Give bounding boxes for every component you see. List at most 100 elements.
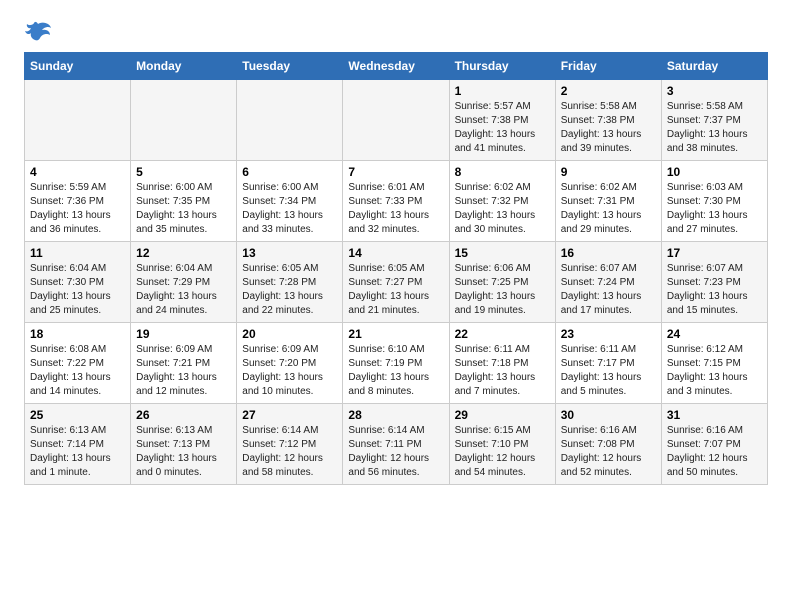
calendar-cell: 16 Sunrise: 6:07 AMSunset: 7:24 PMDayligh… xyxy=(555,242,661,323)
day-info: Sunrise: 5:58 AMSunset: 7:38 PMDaylight:… xyxy=(561,100,656,156)
day-number: 1 xyxy=(455,84,550,98)
calendar-cell xyxy=(237,80,343,161)
day-number: 18 xyxy=(30,327,125,341)
day-number: 16 xyxy=(561,246,656,260)
calendar-cell: 4Sunrise: 5:59 AMSunset: 7:36 PMDaylight… xyxy=(25,161,131,242)
calendar-cell: 10 Sunrise: 6:03 AMSunset: 7:30 PMDayligh… xyxy=(661,161,767,242)
day-info: Sunrise: 6:11 AMSunset: 7:17 PMDaylight:… xyxy=(561,343,656,399)
day-number: 13 xyxy=(242,246,337,260)
day-info: Sunrise: 6:09 AMSunset: 7:20 PMDaylight:… xyxy=(242,343,337,399)
day-number: 28 xyxy=(348,408,443,422)
day-info: Sunrise: 6:05 AMSunset: 7:28 PMDaylight:… xyxy=(242,262,337,318)
day-info: Sunrise: 6:14 AMSunset: 7:11 PMDaylight:… xyxy=(348,424,443,480)
day-info: Sunrise: 6:07 AMSunset: 7:23 PMDaylight:… xyxy=(667,262,762,318)
header xyxy=(24,20,768,42)
day-number: 10 xyxy=(667,165,762,179)
calendar-body: 1 Sunrise: 5:57 AMSunset: 7:38 PMDaylight… xyxy=(25,80,768,485)
day-number: 19 xyxy=(136,327,231,341)
calendar-cell: 22 Sunrise: 6:11 AMSunset: 7:18 PMDayligh… xyxy=(449,323,555,404)
calendar-cell: 14 Sunrise: 6:05 AMSunset: 7:27 PMDayligh… xyxy=(343,242,449,323)
calendar-cell: 23 Sunrise: 6:11 AMSunset: 7:17 PMDayligh… xyxy=(555,323,661,404)
day-number: 30 xyxy=(561,408,656,422)
calendar-cell xyxy=(343,80,449,161)
day-info: Sunrise: 6:00 AMSunset: 7:35 PMDaylight:… xyxy=(136,181,231,237)
weekday-header-monday: Monday xyxy=(131,53,237,80)
week-row-3: 11 Sunrise: 6:04 AMSunset: 7:30 PMDayligh… xyxy=(25,242,768,323)
day-number: 6 xyxy=(242,165,337,179)
day-info: Sunrise: 6:00 AMSunset: 7:34 PMDaylight:… xyxy=(242,181,337,237)
day-info: Sunrise: 6:08 AMSunset: 7:22 PMDaylight:… xyxy=(30,343,125,399)
day-info: Sunrise: 6:11 AMSunset: 7:18 PMDaylight:… xyxy=(455,343,550,399)
day-info: Sunrise: 6:07 AMSunset: 7:24 PMDaylight:… xyxy=(561,262,656,318)
day-number: 27 xyxy=(242,408,337,422)
day-info: Sunrise: 6:06 AMSunset: 7:25 PMDaylight:… xyxy=(455,262,550,318)
day-info: Sunrise: 6:14 AMSunset: 7:12 PMDaylight:… xyxy=(242,424,337,480)
day-number: 26 xyxy=(136,408,231,422)
calendar-cell: 17 Sunrise: 6:07 AMSunset: 7:23 PMDayligh… xyxy=(661,242,767,323)
day-info: Sunrise: 5:57 AMSunset: 7:38 PMDaylight:… xyxy=(455,100,550,156)
day-info: Sunrise: 6:03 AMSunset: 7:30 PMDaylight:… xyxy=(667,181,762,237)
day-number: 7 xyxy=(348,165,443,179)
day-info: Sunrise: 5:58 AMSunset: 7:37 PMDaylight:… xyxy=(667,100,762,156)
day-number: 14 xyxy=(348,246,443,260)
calendar-cell: 9 Sunrise: 6:02 AMSunset: 7:31 PMDaylight… xyxy=(555,161,661,242)
day-number: 3 xyxy=(667,84,762,98)
calendar-cell: 8Sunrise: 6:02 AMSunset: 7:32 PMDaylight… xyxy=(449,161,555,242)
weekday-row: SundayMondayTuesdayWednesdayThursdayFrid… xyxy=(25,53,768,80)
day-number: 29 xyxy=(455,408,550,422)
weekday-header-saturday: Saturday xyxy=(661,53,767,80)
weekday-header-thursday: Thursday xyxy=(449,53,555,80)
weekday-header-wednesday: Wednesday xyxy=(343,53,449,80)
day-number: 17 xyxy=(667,246,762,260)
week-row-4: 18 Sunrise: 6:08 AMSunset: 7:22 PMDayligh… xyxy=(25,323,768,404)
calendar-table: SundayMondayTuesdayWednesdayThursdayFrid… xyxy=(24,52,768,485)
day-info: Sunrise: 6:04 AMSunset: 7:29 PMDaylight:… xyxy=(136,262,231,318)
calendar-cell: 12 Sunrise: 6:04 AMSunset: 7:29 PMDayligh… xyxy=(131,242,237,323)
day-number: 24 xyxy=(667,327,762,341)
calendar-cell xyxy=(25,80,131,161)
day-info: Sunrise: 6:02 AMSunset: 7:31 PMDaylight:… xyxy=(561,181,656,237)
day-number: 12 xyxy=(136,246,231,260)
week-row-1: 1 Sunrise: 5:57 AMSunset: 7:38 PMDaylight… xyxy=(25,80,768,161)
day-number: 21 xyxy=(348,327,443,341)
day-info: Sunrise: 6:04 AMSunset: 7:30 PMDaylight:… xyxy=(30,262,125,318)
calendar-header: SundayMondayTuesdayWednesdayThursdayFrid… xyxy=(25,53,768,80)
day-info: Sunrise: 6:13 AMSunset: 7:14 PMDaylight:… xyxy=(30,424,125,480)
calendar-cell: 28 Sunrise: 6:14 AMSunset: 7:11 PMDayligh… xyxy=(343,404,449,485)
calendar-cell: 27 Sunrise: 6:14 AMSunset: 7:12 PMDayligh… xyxy=(237,404,343,485)
day-number: 23 xyxy=(561,327,656,341)
calendar-cell: 6 Sunrise: 6:00 AMSunset: 7:34 PMDaylight… xyxy=(237,161,343,242)
day-number: 15 xyxy=(455,246,550,260)
calendar-cell: 20Sunrise: 6:09 AMSunset: 7:20 PMDayligh… xyxy=(237,323,343,404)
weekday-header-tuesday: Tuesday xyxy=(237,53,343,80)
calendar-cell: 18 Sunrise: 6:08 AMSunset: 7:22 PMDayligh… xyxy=(25,323,131,404)
day-number: 9 xyxy=(561,165,656,179)
weekday-header-friday: Friday xyxy=(555,53,661,80)
calendar-cell: 21 Sunrise: 6:10 AMSunset: 7:19 PMDayligh… xyxy=(343,323,449,404)
day-number: 25 xyxy=(30,408,125,422)
day-number: 22 xyxy=(455,327,550,341)
day-info: Sunrise: 6:10 AMSunset: 7:19 PMDaylight:… xyxy=(348,343,443,399)
day-info: Sunrise: 6:16 AMSunset: 7:07 PMDaylight:… xyxy=(667,424,762,480)
day-info: Sunrise: 6:01 AMSunset: 7:33 PMDaylight:… xyxy=(348,181,443,237)
calendar-cell: 5 Sunrise: 6:00 AMSunset: 7:35 PMDaylight… xyxy=(131,161,237,242)
day-info: Sunrise: 6:05 AMSunset: 7:27 PMDaylight:… xyxy=(348,262,443,318)
day-info: Sunrise: 6:09 AMSunset: 7:21 PMDaylight:… xyxy=(136,343,231,399)
calendar-cell: 15 Sunrise: 6:06 AMSunset: 7:25 PMDayligh… xyxy=(449,242,555,323)
day-info: Sunrise: 6:13 AMSunset: 7:13 PMDaylight:… xyxy=(136,424,231,480)
calendar-cell: 29Sunrise: 6:15 AMSunset: 7:10 PMDayligh… xyxy=(449,404,555,485)
day-number: 4 xyxy=(30,165,125,179)
calendar-cell: 7 Sunrise: 6:01 AMSunset: 7:33 PMDaylight… xyxy=(343,161,449,242)
calendar-cell: 19 Sunrise: 6:09 AMSunset: 7:21 PMDayligh… xyxy=(131,323,237,404)
weekday-header-sunday: Sunday xyxy=(25,53,131,80)
day-number: 2 xyxy=(561,84,656,98)
day-info: Sunrise: 6:02 AMSunset: 7:32 PMDaylight:… xyxy=(455,181,550,237)
calendar-cell: 24Sunrise: 6:12 AMSunset: 7:15 PMDayligh… xyxy=(661,323,767,404)
calendar-cell xyxy=(131,80,237,161)
calendar-cell: 31Sunrise: 6:16 AMSunset: 7:07 PMDayligh… xyxy=(661,404,767,485)
calendar-cell: 26 Sunrise: 6:13 AMSunset: 7:13 PMDayligh… xyxy=(131,404,237,485)
day-number: 5 xyxy=(136,165,231,179)
calendar-cell: 2 Sunrise: 5:58 AMSunset: 7:38 PMDaylight… xyxy=(555,80,661,161)
calendar-cell: 11 Sunrise: 6:04 AMSunset: 7:30 PMDayligh… xyxy=(25,242,131,323)
day-number: 11 xyxy=(30,246,125,260)
